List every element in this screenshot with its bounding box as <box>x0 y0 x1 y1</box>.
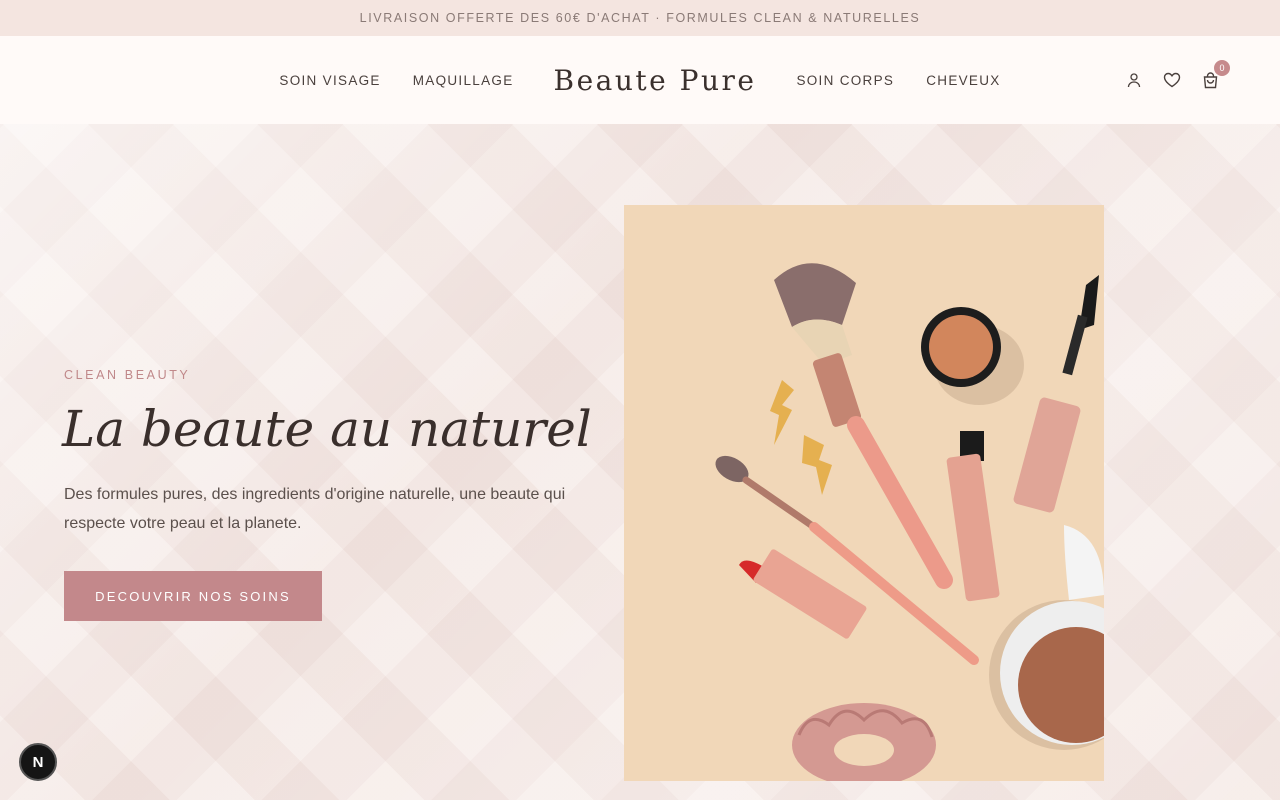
mascara-illustration <box>1013 275 1099 513</box>
announcement-bar: LIVRAISON OFFERTE DES 60€ D'ACHAT · FORM… <box>0 0 1280 36</box>
hero-eyebrow: CLEAN BEAUTY <box>64 368 191 382</box>
hero-description: Des formules pures, des ingredients d'or… <box>64 486 566 532</box>
cart-count-badge: 0 <box>1214 60 1230 76</box>
nextjs-badge-icon[interactable]: N <box>19 743 57 781</box>
bronzer-compact-illustration <box>1000 525 1104 745</box>
user-icon[interactable] <box>1124 70 1144 90</box>
site-header: SOIN VISAGE MAQUILLAGE Beaute Pure SOIN … <box>0 36 1280 124</box>
nav-left: SOIN VISAGE MAQUILLAGE <box>279 73 513 88</box>
powder-brush-illustration <box>774 263 953 589</box>
header-actions: 0 <box>1124 36 1230 124</box>
nav-link-cheveux[interactable]: CHEVEUX <box>926 73 1000 88</box>
blush-compact-illustration <box>921 307 1001 387</box>
shopping-bag-icon[interactable]: 0 <box>1200 60 1230 90</box>
nav-link-soin-corps[interactable]: SOIN CORPS <box>796 73 894 88</box>
nav-right: SOIN CORPS CHEVEUX <box>796 73 1000 88</box>
announcement-text: LIVRAISON OFFERTE DES 60€ D'ACHAT · FORM… <box>359 11 921 25</box>
hero-product-image <box>624 205 1104 781</box>
scrunchie-illustration <box>792 703 936 781</box>
nav-link-maquillage[interactable]: MAQUILLAGE <box>413 73 514 88</box>
lip-gloss-illustration <box>946 431 1000 602</box>
site-logo[interactable]: Beaute Pure <box>554 64 757 97</box>
hero-section: CLEAN BEAUTY La beaute au naturel Des fo… <box>0 124 1280 800</box>
heart-icon[interactable] <box>1162 70 1182 90</box>
hero-title: La beaute au naturel <box>62 400 592 458</box>
nav-link-soin-visage[interactable]: SOIN VISAGE <box>279 73 380 88</box>
discover-button[interactable]: DECOUVRIR NOS SOINS <box>64 571 322 621</box>
